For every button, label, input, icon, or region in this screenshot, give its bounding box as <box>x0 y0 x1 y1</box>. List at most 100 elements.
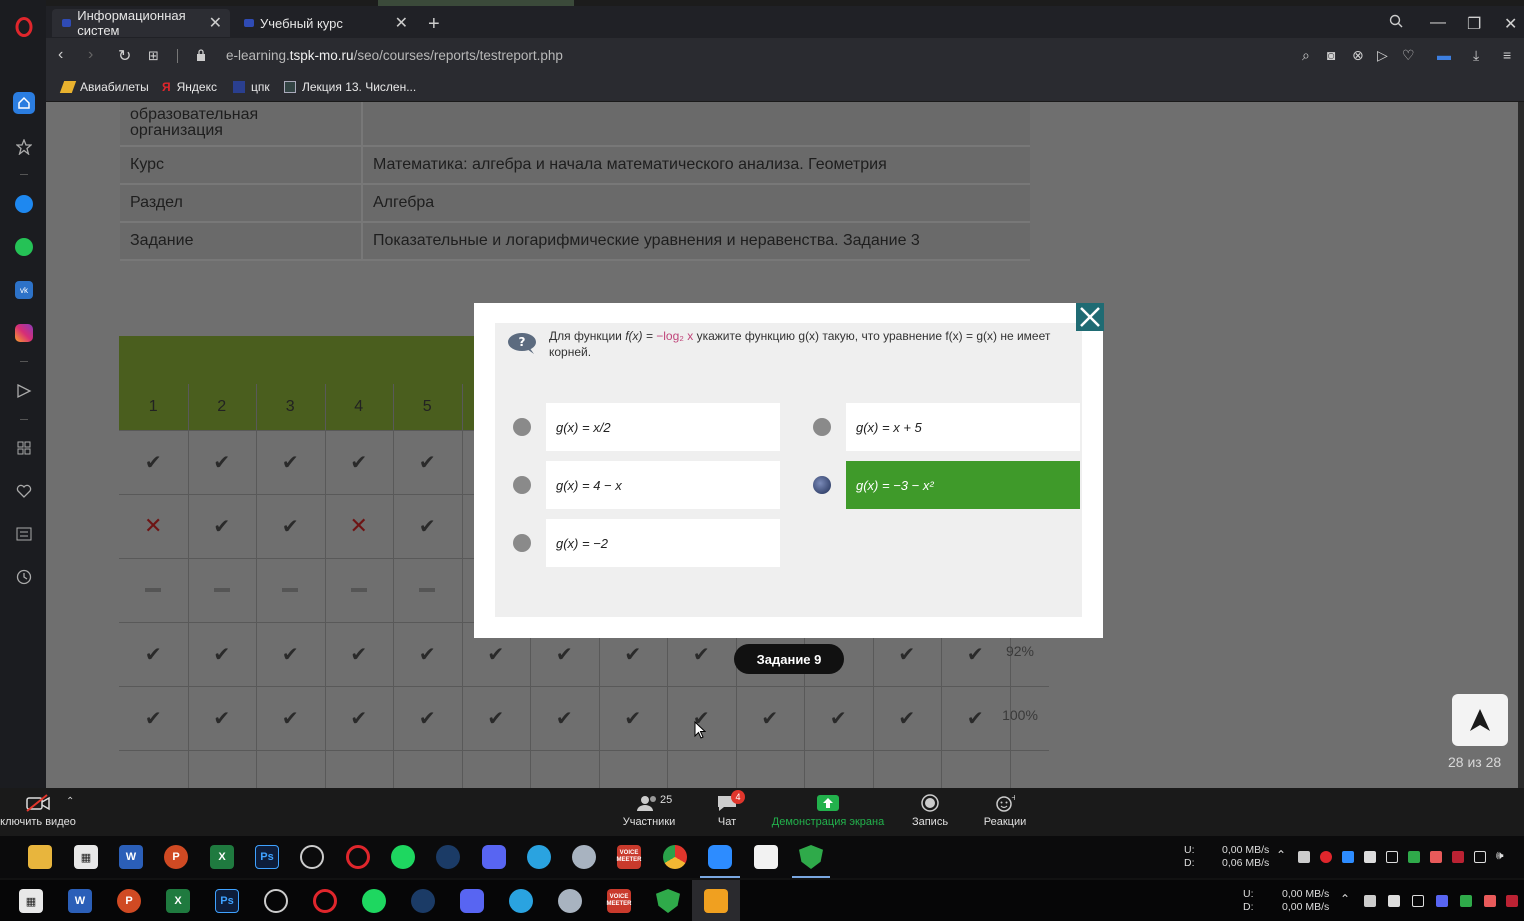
word-icon[interactable]: W <box>119 845 143 869</box>
answer-label[interactable]: g(x) = x/2 <box>546 403 780 451</box>
messenger-icon[interactable] <box>13 193 35 215</box>
news-icon[interactable] <box>13 523 35 545</box>
answer-option-selected[interactable]: g(x) = −3 − x² <box>798 461 1080 509</box>
bookmark-cpk[interactable]: цпк <box>233 80 270 94</box>
steam-icon[interactable] <box>411 889 435 913</box>
reload-icon[interactable]: ↻ <box>118 46 131 66</box>
home-icon[interactable] <box>13 92 35 114</box>
answer-option[interactable]: g(x) = x/2 <box>498 403 780 451</box>
share-screen-button[interactable]: Демонстрация экрана <box>768 794 888 828</box>
zoom-search-icon[interactable]: ⌕ <box>1302 47 1310 64</box>
obs-icon[interactable] <box>264 889 288 913</box>
radio-box[interactable] <box>798 403 846 451</box>
tray-app2-icon[interactable] <box>1430 851 1442 863</box>
bookmark-yandex[interactable]: Я Яндекс <box>162 80 217 94</box>
speed-dial-grid-icon[interactable]: ⊞ <box>148 48 159 64</box>
photoshop-icon[interactable]: Ps <box>255 845 279 869</box>
chrome-icon[interactable] <box>663 845 687 869</box>
spotify-icon[interactable] <box>362 889 386 913</box>
word-icon[interactable]: W <box>68 889 92 913</box>
telegram-icon[interactable] <box>509 889 533 913</box>
speed-dial-icon[interactable] <box>13 136 35 158</box>
discord-icon[interactable] <box>460 889 484 913</box>
record-button[interactable]: Запись <box>906 794 954 828</box>
radio-box[interactable] <box>498 461 546 509</box>
app-icon[interactable] <box>572 845 596 869</box>
radio-button-checked[interactable] <box>813 476 831 494</box>
telegram-icon[interactable] <box>527 845 551 869</box>
file-explorer-icon[interactable] <box>28 845 52 869</box>
radio-button[interactable] <box>813 418 831 436</box>
discord-icon[interactable] <box>482 845 506 869</box>
opera-logo-icon[interactable] <box>13 16 35 38</box>
excel-icon[interactable]: X <box>210 845 234 869</box>
tray-app3-icon[interactable] <box>1506 895 1518 907</box>
new-tab-icon[interactable]: + <box>428 13 440 36</box>
radio-button[interactable] <box>513 418 531 436</box>
tray-network-icon[interactable] <box>1474 851 1486 863</box>
forward-icon[interactable]: › <box>88 46 93 64</box>
tray-shield-icon[interactable] <box>1364 895 1376 907</box>
bookmark-aviatickets[interactable]: Авиабилеты <box>59 80 149 94</box>
answer-label[interactable]: g(x) = −3 − x² <box>846 461 1080 509</box>
answer-label[interactable]: g(x) = 4 − x <box>546 461 780 509</box>
tray-app3-icon[interactable] <box>1452 851 1464 863</box>
flow-icon[interactable]: ▬ <box>1437 47 1451 63</box>
zoom-icon[interactable] <box>708 845 732 869</box>
tab-information-system[interactable]: Информационная систем ✕ <box>52 8 230 38</box>
tray-discord-icon[interactable] <box>1436 895 1448 907</box>
scroll-up-button[interactable] <box>1452 694 1508 746</box>
close-tab-icon[interactable]: ✕ <box>209 13 222 33</box>
voicemeeter-icon[interactable]: VOICE MEETER <box>617 845 642 869</box>
spotify-icon[interactable] <box>391 845 415 869</box>
send-icon[interactable] <box>13 380 35 402</box>
bookmark-lecture[interactable]: Лекция 13. Числен... <box>284 80 416 94</box>
reactions-button[interactable]: + Реакции <box>978 794 1032 828</box>
snapshot-icon[interactable]: ◙ <box>1327 47 1335 63</box>
radio-button[interactable] <box>513 534 531 552</box>
answer-label[interactable]: g(x) = x + 5 <box>846 403 1080 451</box>
url-field[interactable]: e-learning.tspk-mo.ru/seo/courses/report… <box>226 48 563 63</box>
menu-icon[interactable]: ≡ <box>1503 47 1511 63</box>
search-tabs-icon[interactable] <box>1389 14 1403 33</box>
minimize-icon[interactable]: — <box>1430 14 1446 32</box>
tabs-grid-icon[interactable] <box>13 437 35 459</box>
participants-button[interactable]: Участники <box>614 794 684 828</box>
chevron-up-icon[interactable]: ⌃ <box>66 796 74 807</box>
send-page-icon[interactable]: ▷ <box>1377 47 1388 64</box>
answer-label[interactable]: g(x) = −2 <box>546 519 780 567</box>
calculator-icon[interactable]: ▦ <box>74 845 98 869</box>
opera-icon[interactable] <box>313 889 337 913</box>
radio-box[interactable] <box>798 461 846 509</box>
tray-app-icon[interactable] <box>1388 895 1400 907</box>
tray-app-icon[interactable] <box>1364 851 1376 863</box>
voicemeeter-icon[interactable]: VOICE MEETER <box>607 889 632 913</box>
tray-chevron-icon[interactable]: ⌃ <box>1340 892 1350 906</box>
heart-icon[interactable] <box>13 480 35 502</box>
radio-box[interactable] <box>498 519 546 567</box>
tray-nvidia-icon[interactable] <box>1460 895 1472 907</box>
close-tab-icon[interactable]: ✕ <box>395 13 408 33</box>
powerpoint-icon[interactable]: P <box>164 845 188 869</box>
downloads-icon[interactable]: ⤓ <box>1473 47 1479 64</box>
back-icon[interactable]: ‹ <box>58 46 63 64</box>
photoshop-icon[interactable]: Ps <box>215 889 239 913</box>
shield-icon[interactable] <box>656 889 680 913</box>
answer-option[interactable]: g(x) = −2 <box>498 519 780 567</box>
close-window-icon[interactable]: ✕ <box>1504 14 1517 34</box>
bookmark-heart-icon[interactable]: ♡ <box>1402 47 1415 64</box>
whatsapp-icon[interactable] <box>13 236 35 258</box>
media-player-icon[interactable] <box>704 889 728 913</box>
tray-app2-icon[interactable] <box>1484 895 1496 907</box>
tray-display-icon[interactable] <box>1412 895 1424 907</box>
tray-nvidia-icon[interactable] <box>1408 851 1420 863</box>
steam-icon[interactable] <box>436 845 460 869</box>
tray-chevron-icon[interactable]: ⌃ <box>1276 848 1286 862</box>
obs-icon[interactable] <box>300 845 324 869</box>
restore-icon[interactable]: ❐ <box>1467 14 1481 34</box>
tray-shield-icon[interactable] <box>1298 851 1310 863</box>
instagram-icon[interactable] <box>13 322 35 344</box>
radio-button[interactable] <box>513 476 531 494</box>
presentation-icon[interactable] <box>754 845 778 869</box>
excel-icon[interactable]: X <box>166 889 190 913</box>
